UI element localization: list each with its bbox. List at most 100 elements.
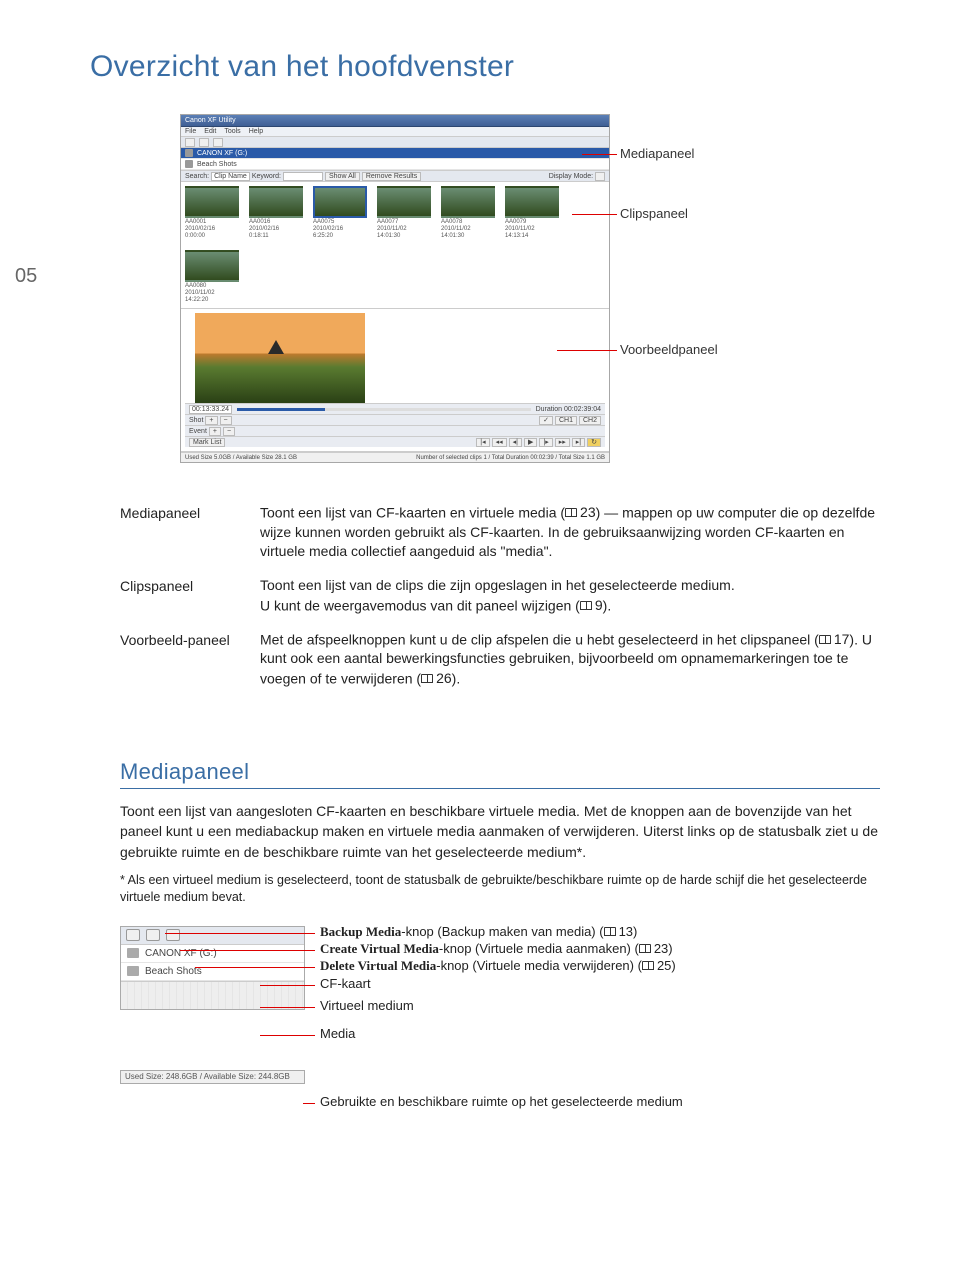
- menu-tools[interactable]: Tools: [224, 128, 240, 135]
- media-detail-figure: CANON XF (G:) Beach Shots Used Size: 248…: [120, 926, 880, 1084]
- definition-row: Mediapaneel Toont een lijst van CF-kaart…: [120, 503, 880, 562]
- display-mode-button[interactable]: [595, 172, 605, 181]
- book-ref: 26: [421, 669, 452, 689]
- ffwd-button[interactable]: ▸▸: [555, 438, 570, 447]
- book-icon: [604, 927, 616, 936]
- virtual-media-icon: [127, 966, 139, 976]
- clip-thumb[interactable]: AA00782010/11/0214:01:30: [441, 186, 495, 240]
- media-row-vm[interactable]: Beach Shots: [121, 963, 304, 981]
- callout-virtueel-medium: Virtueel medium: [320, 998, 414, 1013]
- loop-button[interactable]: ↻: [587, 438, 601, 447]
- callout-cf-kaart: CF-kaart: [320, 976, 371, 991]
- menubar: File Edit Tools Help: [181, 127, 609, 137]
- shot-add[interactable]: +: [205, 416, 217, 425]
- backup-media-button[interactable]: [185, 138, 195, 147]
- event-row: Event+−: [185, 425, 605, 436]
- clip-thumb[interactable]: AA00802010/11/0214:22:20: [185, 250, 239, 304]
- book-icon: [642, 961, 654, 970]
- show-all-button[interactable]: Show All: [325, 172, 360, 181]
- page-title: Overzicht van het hoofdvenster: [90, 50, 880, 84]
- marker-row: Shot+− ✓ CH1 CH2: [185, 414, 605, 425]
- term-voorbeeldpaneel: Voorbeeld-paneel: [120, 630, 260, 689]
- step-back-button[interactable]: ◂|: [509, 438, 522, 447]
- term-mediapaneel: Mediapaneel: [120, 503, 260, 562]
- ch2-toggle[interactable]: CH2: [579, 416, 601, 425]
- media-toolbar: [181, 137, 609, 148]
- book-ref: 9: [580, 596, 603, 616]
- shot-del[interactable]: −: [220, 416, 232, 425]
- callout-create-button: Create Virtual Media-knop (Virtuele medi…: [320, 941, 673, 957]
- clip-thumb[interactable]: AA00752010/02/166:25:20: [313, 186, 367, 240]
- def-mediapaneel: Toont een lijst van CF-kaarten en virtue…: [260, 503, 880, 562]
- callout-media: Media: [320, 1026, 355, 1041]
- section-heading-mediapaneel: Mediapaneel: [120, 759, 880, 789]
- callout-status: Gebruikte en beschikbare ruimte op het g…: [320, 1094, 683, 1109]
- def-voorbeeldpaneel: Met de afspeelknoppen kunt u de clip afs…: [260, 630, 880, 689]
- media-item-vm[interactable]: Beach Shots: [181, 159, 609, 170]
- menu-help[interactable]: Help: [249, 128, 263, 135]
- clip-thumb[interactable]: AA00162010/02/160:18:11: [249, 186, 303, 240]
- media-panel-toolbar: [121, 927, 304, 945]
- ch1-toggle[interactable]: CH1: [555, 416, 577, 425]
- search-field-select[interactable]: Clip Name: [211, 172, 250, 181]
- book-ref: 25: [642, 958, 671, 973]
- backup-media-button[interactable]: [126, 929, 140, 941]
- statusbar: Used Size 5.0GB / Available Size 28.1 GB…: [181, 452, 609, 462]
- media-row-cf[interactable]: CANON XF (G:): [121, 945, 304, 963]
- book-icon: [421, 674, 433, 683]
- app-window: Canon XF Utility File Edit Tools Help CA…: [180, 114, 610, 463]
- timecode-bar: 00:13:33.24 Duration 00:02:39:04: [185, 403, 605, 414]
- callout-voorbeeldpaneel: Voorbeeldpaneel: [620, 342, 718, 357]
- duration-label: Duration 00:02:39:04: [536, 406, 601, 413]
- callout-delete-button: Delete Virtual Media-knop (Virtuele medi…: [320, 958, 676, 974]
- mark-list-button[interactable]: Mark List: [189, 438, 225, 447]
- scrub-bar[interactable]: [237, 408, 531, 411]
- book-ref: 23: [639, 941, 668, 956]
- menu-file[interactable]: File: [185, 128, 196, 135]
- rewind-button[interactable]: ◂◂: [492, 438, 507, 447]
- page-number: 05: [15, 265, 37, 288]
- status-right: Number of selected clips 1 / Total Durat…: [416, 455, 605, 461]
- main-figure: Canon XF Utility File Edit Tools Help CA…: [180, 114, 880, 463]
- media-status-bar: Used Size: 248.6GB / Available Size: 244…: [120, 1070, 305, 1084]
- book-icon: [819, 635, 831, 644]
- book-icon: [580, 601, 592, 610]
- delete-vm-button[interactable]: [213, 138, 223, 147]
- play-button[interactable]: ▶: [524, 438, 537, 447]
- preview-panel: 00:13:33.24 Duration 00:02:39:04 Shot+− …: [181, 309, 609, 452]
- book-ref: 13: [604, 924, 633, 939]
- callout-backup-button: Backup Media-knop (Backup maken van medi…: [320, 924, 637, 940]
- term-clipspaneel: Clipspaneel: [120, 576, 260, 615]
- delete-vm-button[interactable]: [166, 929, 180, 941]
- clip-thumb[interactable]: AA00012010/02/160:00:00: [185, 186, 239, 240]
- skip-end-button[interactable]: ▸|: [572, 438, 585, 447]
- definition-row: Clipspaneel Toont een lijst van de clips…: [120, 576, 880, 615]
- book-ref: 23: [565, 503, 596, 523]
- clip-thumb[interactable]: AA00772010/11/0214:01:30: [377, 186, 431, 240]
- definition-row: Voorbeeld-paneel Met de afspeelknoppen k…: [120, 630, 880, 689]
- book-icon: [639, 944, 651, 953]
- window-titlebar: Canon XF Utility: [181, 115, 609, 127]
- clip-thumb[interactable]: AA00792010/11/0214:13:14: [505, 186, 559, 240]
- step-fwd-button[interactable]: |▸: [539, 438, 552, 447]
- create-vm-button[interactable]: [199, 138, 209, 147]
- ok-mark-button[interactable]: ✓: [539, 416, 553, 425]
- menu-edit[interactable]: Edit: [204, 128, 216, 135]
- clips-grid: AA00012010/02/160:00:00 AA00162010/02/16…: [181, 182, 609, 309]
- book-icon: [565, 508, 577, 517]
- book-ref: 17: [819, 630, 850, 650]
- create-vm-button[interactable]: [146, 929, 160, 941]
- section-footnote: * Als een virtueel medium is geselecteer…: [120, 872, 880, 906]
- virtual-media-icon: [185, 160, 193, 168]
- cf-card-icon: [185, 149, 193, 157]
- transport-row: Mark List |◂ ◂◂ ◂| ▶ |▸ ▸▸ ▸| ↻: [185, 436, 605, 447]
- event-add[interactable]: +: [209, 427, 221, 436]
- cf-card-icon: [127, 948, 139, 958]
- section-body: Toont een lijst van aangesloten CF-kaart…: [120, 801, 880, 862]
- media-panel-closeup: CANON XF (G:) Beach Shots: [120, 926, 305, 1010]
- skip-start-button[interactable]: |◂: [476, 438, 489, 447]
- keyword-input[interactable]: [283, 172, 323, 181]
- media-item-cf[interactable]: CANON XF (G:): [181, 148, 609, 159]
- event-del[interactable]: −: [223, 427, 235, 436]
- remove-results-button[interactable]: Remove Results: [362, 172, 421, 181]
